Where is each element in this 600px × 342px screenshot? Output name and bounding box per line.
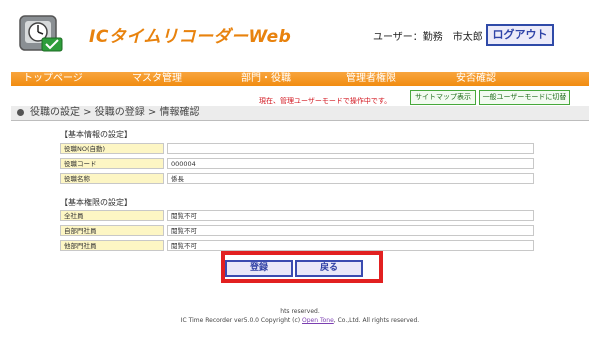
logout-button[interactable]: ログアウト [486, 24, 554, 46]
bullet-icon [17, 109, 24, 116]
section-title-basic-info: 【基本情報の設定】 [60, 130, 132, 139]
table-row: 役職NO(自動) [60, 143, 534, 156]
footer-copyright-prefix: IC Time Recorder ver5.0.0 Copyright (c) [180, 317, 303, 324]
main-nav: トップページ マスタ管理 部門・役職 管理者権限 安否確認 [11, 72, 589, 86]
row-label: 他部門社員 [60, 240, 164, 251]
row-value: 閲覧不可 [167, 210, 534, 221]
switch-user-mode-button[interactable]: 一般ユーザーモードに切替 [479, 90, 570, 105]
admin-mode-notice: 現在、管理ユーザーモードで操作中です。 [259, 97, 392, 105]
app-title: ICタイムリコーダーWeb [89, 27, 292, 47]
row-label: 役職名称 [60, 173, 164, 184]
nav-item-master[interactable]: マスタ管理 [132, 72, 182, 86]
section-title-basic-permissions: 【基本権限の設定】 [60, 198, 132, 207]
nav-item-safety[interactable]: 安否確認 [456, 72, 496, 86]
clock-logo-icon [17, 10, 67, 54]
table-row: 役職コード 000004 [60, 158, 534, 171]
footer-copyright: IC Time Recorder ver5.0.0 Copyright (c) … [11, 317, 589, 324]
page: ICタイムリコーダーWeb ユーザー：勤務 市太郎 ログアウト トップページ マ… [11, 0, 589, 342]
row-label: 自部門社員 [60, 225, 164, 236]
table-row: 全社員 閲覧不可 [60, 210, 534, 223]
footer-copyright-suffix: , Co.,Ltd. All rights reserved. [333, 317, 420, 324]
row-value: 係長 [167, 173, 534, 184]
open-tone-link[interactable]: Open Tone [302, 317, 334, 324]
user-label: ユーザー：勤務 市太郎 [373, 32, 483, 43]
table-row: 自部門社員 閲覧不可 [60, 225, 534, 238]
row-label: 役職コード [60, 158, 164, 169]
row-label: 役職NO(自動) [60, 143, 164, 154]
nav-item-admin[interactable]: 管理者権限 [346, 72, 396, 86]
row-value: 閲覧不可 [167, 225, 534, 236]
nav-item-dept-position[interactable]: 部門・役職 [241, 72, 291, 86]
sitemap-button[interactable]: サイトマップ表示 [410, 90, 476, 105]
row-label: 全社員 [60, 210, 164, 221]
breadcrumb: 役職の設定 > 役職の登録 > 情報確認 [11, 106, 589, 121]
row-value: 閲覧不可 [167, 240, 534, 251]
nav-item-top[interactable]: トップページ [23, 72, 83, 86]
app-window: ICタイムリコーダーWeb ユーザー：勤務 市太郎 ログアウト トップページ マ… [0, 0, 600, 342]
back-button[interactable]: 戻る [295, 260, 363, 277]
row-value [167, 143, 534, 154]
register-button[interactable]: 登録 [225, 260, 293, 277]
footer-rights: hts reserved. [280, 308, 320, 315]
row-value: 000004 [167, 158, 534, 169]
breadcrumb-text: 役職の設定 > 役職の登録 > 情報確認 [30, 107, 200, 118]
table-row: 役職名称 係長 [60, 173, 534, 186]
